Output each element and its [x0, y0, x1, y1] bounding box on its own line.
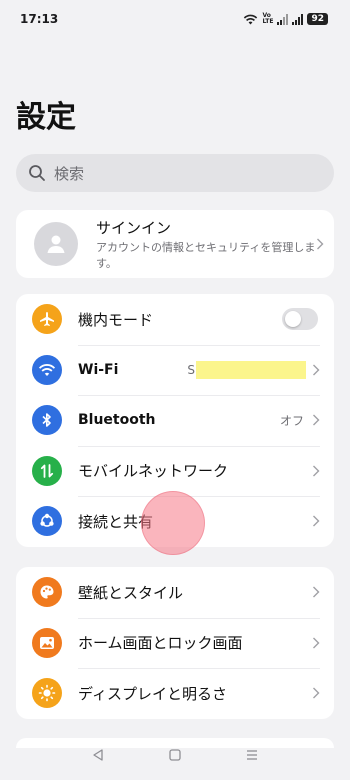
- menu-icon[interactable]: [245, 748, 259, 762]
- settings-item-mobile-network[interactable]: モバイルネットワーク: [16, 445, 334, 497]
- wallpaper-style-label: 壁紙とスタイル: [78, 583, 184, 602]
- page-title: 設定: [16, 100, 76, 135]
- airplane-mode-label: 機内モード: [78, 310, 154, 329]
- signin-text: サインイン アカウントの情報とセキュリティを管理します。: [96, 217, 316, 272]
- chevron-right-icon: [313, 687, 320, 699]
- brightness-icon: [32, 678, 62, 709]
- bluetooth-icon: [32, 405, 62, 436]
- chevron-right-icon: [313, 586, 320, 598]
- connection-sharing-icon: [32, 506, 62, 537]
- wifi-status-icon: [244, 14, 258, 24]
- chevron-right-icon: [313, 364, 320, 376]
- mobile-network-icon: [32, 455, 62, 486]
- signal-icon-2: [292, 13, 304, 25]
- chevron-right-icon: [313, 515, 320, 527]
- status-icons: Vo LTE 92: [243, 13, 328, 25]
- navigation-bar: [0, 730, 350, 780]
- palette-icon: [32, 577, 62, 608]
- display-brightness-label: ディスプレイと明るさ: [78, 684, 227, 703]
- chevron-right-icon: [313, 637, 320, 649]
- wifi-network-name: S: [187, 360, 306, 379]
- wifi-ssid: S: [187, 362, 195, 377]
- signin-subtitle: アカウントの情報とセキュリティを管理します。: [96, 240, 316, 270]
- redacted-highlight: [196, 360, 306, 379]
- signin-title: サインイン: [96, 218, 172, 237]
- home-lock-screen-icon: [32, 627, 62, 658]
- settings-item-wallpaper-style[interactable]: 壁紙とスタイル: [16, 567, 334, 618]
- home-lock-screen-label: ホーム画面とロック画面: [78, 634, 243, 653]
- personalization-card: 壁紙とスタイル ホーム画面とロック画面 ディスプレイと明るさ: [16, 567, 334, 719]
- volte-bottom: LTE: [262, 18, 274, 25]
- settings-item-display-brightness[interactable]: ディスプレイと明るさ: [16, 668, 334, 719]
- chevron-right-icon: [313, 465, 320, 477]
- wifi-icon: [32, 354, 62, 385]
- settings-item-bluetooth[interactable]: Bluetooth オフ: [16, 395, 334, 446]
- touch-indicator: [141, 491, 205, 555]
- chevron-right-icon: [313, 414, 320, 426]
- settings-item-wifi[interactable]: Wi-Fi S: [16, 344, 334, 396]
- back-icon[interactable]: [91, 748, 105, 762]
- settings-item-home-lock-screen[interactable]: ホーム画面とロック画面: [16, 617, 334, 669]
- avatar: [34, 222, 78, 266]
- battery-icon: 92: [307, 13, 328, 25]
- clock: 17:13: [20, 12, 59, 26]
- mobile-network-label: モバイルネットワーク: [78, 462, 229, 481]
- airplane-mode-toggle[interactable]: [282, 308, 318, 331]
- account-signin-card[interactable]: サインイン アカウントの情報とセキュリティを管理します。: [16, 210, 334, 278]
- search-icon: [29, 165, 45, 181]
- settings-item-airplane-mode[interactable]: 機内モード: [16, 294, 334, 345]
- bluetooth-label: Bluetooth: [78, 412, 156, 429]
- wifi-label: Wi-Fi: [78, 361, 119, 378]
- search-placeholder: 検索: [54, 164, 85, 183]
- search-bar[interactable]: 検索: [16, 154, 334, 192]
- person-icon: [47, 235, 65, 253]
- bluetooth-status: オフ: [279, 413, 304, 428]
- home-icon[interactable]: [168, 748, 182, 762]
- status-bar: 17:13 Vo LTE 92: [0, 0, 350, 38]
- volte-indicator: Vo LTE: [262, 13, 273, 25]
- airplane-icon: [32, 304, 62, 335]
- chevron-right-icon: [317, 238, 324, 250]
- signal-icon: [277, 13, 289, 25]
